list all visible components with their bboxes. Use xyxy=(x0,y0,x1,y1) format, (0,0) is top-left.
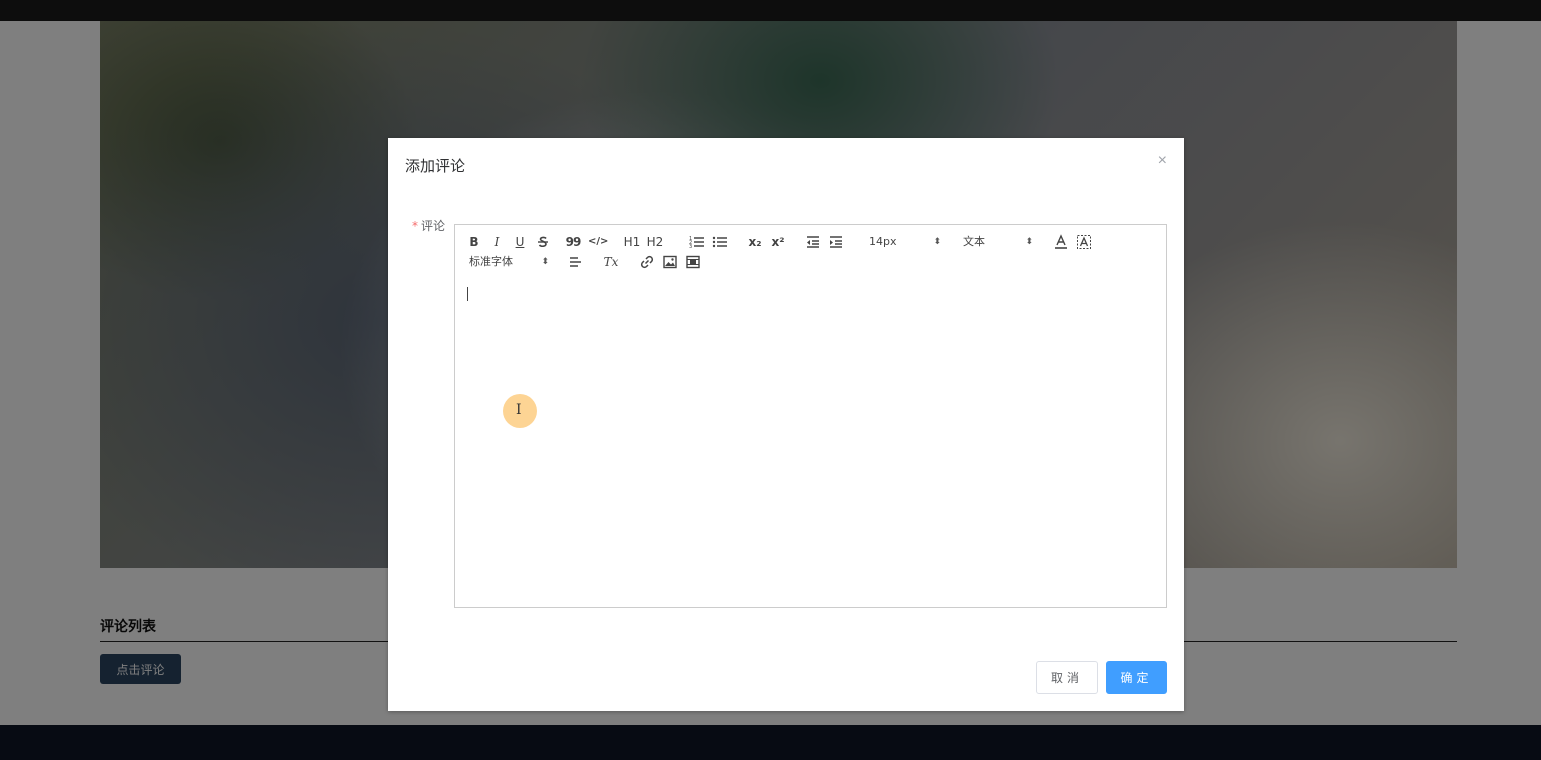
comment-field-label: * 评论 xyxy=(412,217,445,234)
dialog-title: 添加评论 xyxy=(405,157,466,175)
indent-icon xyxy=(830,236,842,248)
ordered-list-icon: 1 2 3 xyxy=(689,236,704,250)
align-button[interactable] xyxy=(567,254,583,270)
font-family-select[interactable]: 标准字体 ⬍ xyxy=(469,254,549,270)
video-button[interactable] xyxy=(685,254,701,270)
text-color-icon xyxy=(1055,234,1067,249)
header-select[interactable]: 文本 ⬍ xyxy=(963,234,1033,250)
rich-text-editor: B I U 99 </> H1 H2 1 2 3 x₂ x² 14px ⬍ 文本… xyxy=(454,224,1167,610)
heading-1-button[interactable]: H1 xyxy=(623,234,641,250)
mouse-cursor-highlight: I xyxy=(503,394,537,428)
font-size-value: 14px xyxy=(869,235,897,248)
code-block-button[interactable]: </> xyxy=(588,234,608,250)
bullet-list-icon xyxy=(712,236,727,248)
strikethrough-icon xyxy=(538,236,548,248)
link-icon xyxy=(640,255,654,269)
outdent-icon xyxy=(807,236,819,248)
ordered-list-button[interactable]: 1 2 3 xyxy=(689,234,705,250)
font-size-select[interactable]: 14px ⬍ xyxy=(869,234,941,250)
image-button[interactable] xyxy=(662,254,678,270)
bold-button[interactable]: B xyxy=(467,234,481,250)
underline-button[interactable]: U xyxy=(513,234,527,250)
outdent-button[interactable] xyxy=(805,234,821,250)
text-cursor-icon: I xyxy=(516,402,522,418)
header-value: 文本 xyxy=(963,235,985,248)
blockquote-button[interactable]: 99 xyxy=(565,234,582,250)
image-icon xyxy=(663,255,677,269)
comment-editor-input[interactable]: I xyxy=(454,277,1167,608)
font-family-value: 标准字体 xyxy=(469,255,513,268)
strikethrough-button[interactable] xyxy=(536,234,550,250)
editor-toolbar: B I U 99 </> H1 H2 1 2 3 x₂ x² 14px ⬍ 文本… xyxy=(454,224,1167,278)
font-family-arrow-icon: ⬍ xyxy=(541,257,549,267)
cancel-button[interactable]: 取消 xyxy=(1036,661,1098,694)
required-mark: * xyxy=(412,219,418,233)
text-caret xyxy=(467,287,468,301)
align-left-icon xyxy=(570,257,581,267)
header-arrow-icon: ⬍ xyxy=(1025,237,1033,247)
heading-2-button[interactable]: H2 xyxy=(646,234,664,250)
bullet-list-button[interactable] xyxy=(712,234,728,250)
subscript-button[interactable]: x₂ xyxy=(747,234,763,250)
add-comment-dialog: 添加评论 × * 评论 B I U 99 </> H1 H2 1 2 3 x₂ … xyxy=(388,138,1184,711)
background-color-icon xyxy=(1077,235,1091,249)
svg-text:3: 3 xyxy=(689,244,692,250)
background-color-button[interactable] xyxy=(1076,234,1092,250)
font-size-arrow-icon: ⬍ xyxy=(933,237,941,247)
superscript-button[interactable]: x² xyxy=(770,234,786,250)
clean-format-button[interactable]: Tx xyxy=(603,254,619,270)
comment-label-text: 评论 xyxy=(421,219,446,233)
italic-button[interactable]: I xyxy=(490,234,504,250)
confirm-button[interactable]: 确定 xyxy=(1106,661,1167,694)
text-color-button[interactable] xyxy=(1053,234,1069,250)
indent-button[interactable] xyxy=(828,234,844,250)
video-icon xyxy=(686,255,700,269)
close-icon[interactable]: × xyxy=(1158,152,1167,170)
link-button[interactable] xyxy=(639,254,655,270)
